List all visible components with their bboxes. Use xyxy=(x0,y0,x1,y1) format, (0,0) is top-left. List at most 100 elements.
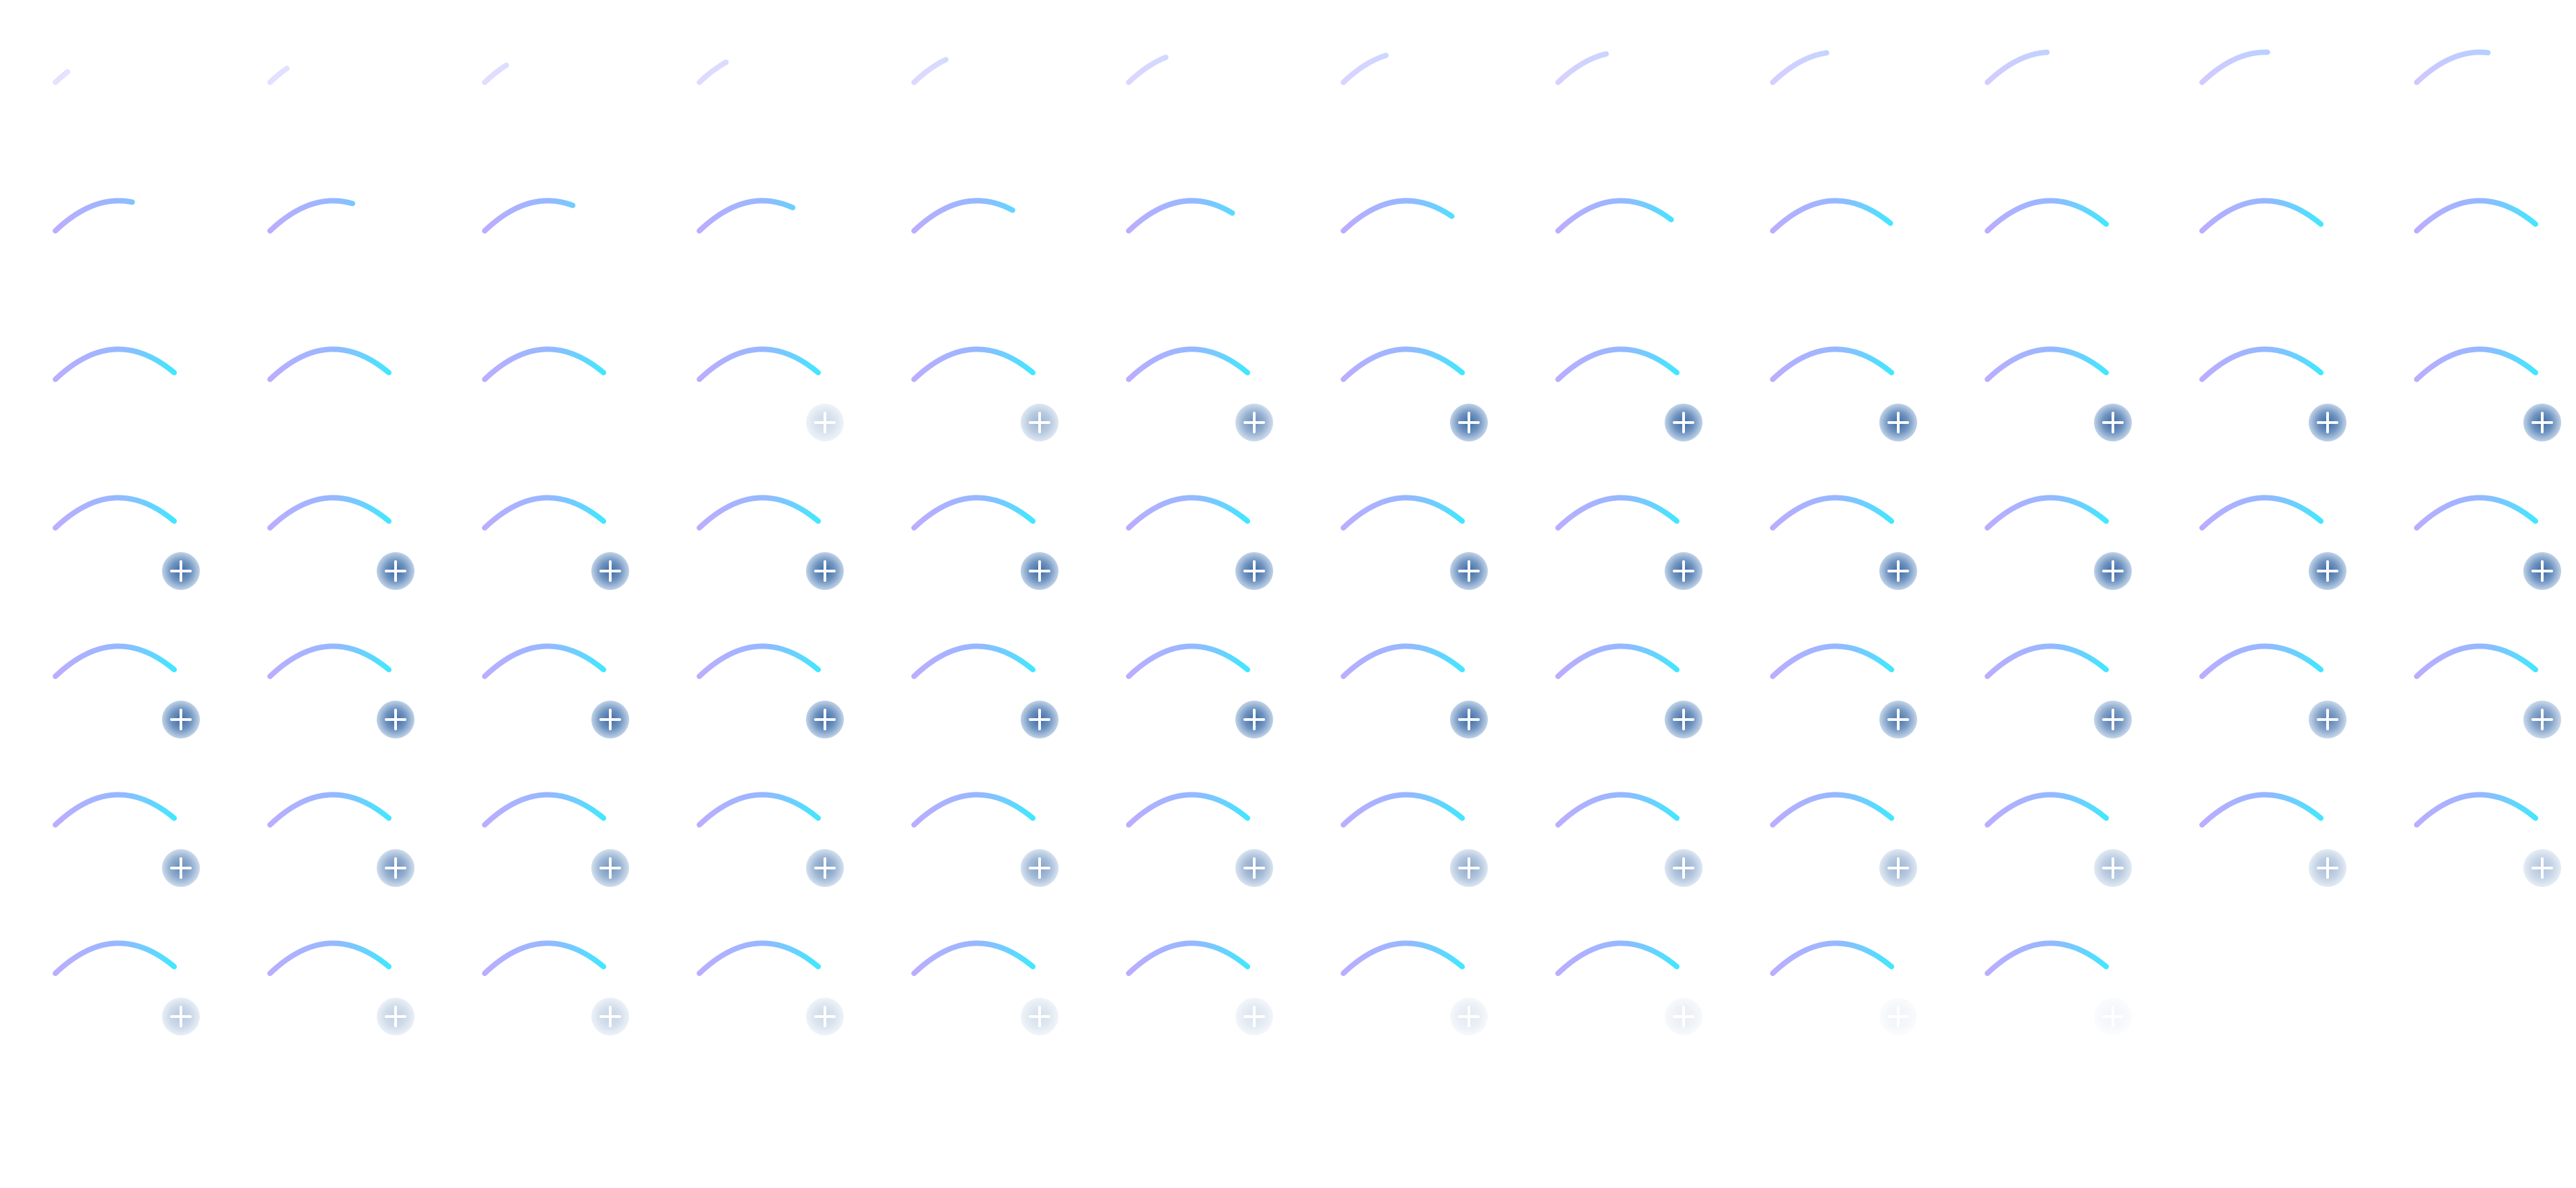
plus-icon[interactable] xyxy=(1021,849,1058,887)
plus-icon[interactable] xyxy=(2309,404,2346,441)
plus-icon[interactable] xyxy=(377,849,414,887)
plus-glyph xyxy=(599,857,621,879)
plus-icon[interactable] xyxy=(2523,701,2561,738)
animation-frame xyxy=(859,891,1073,1040)
plus-icon[interactable] xyxy=(162,998,200,1035)
plus-icon[interactable] xyxy=(2309,849,2346,887)
animation-frame xyxy=(1288,148,1503,297)
plus-icon[interactable] xyxy=(806,701,844,738)
arc-stroke xyxy=(1985,198,2109,234)
arc-swoosh-icon xyxy=(53,49,177,85)
plus-icon[interactable] xyxy=(1665,404,1702,441)
plus-icon[interactable] xyxy=(162,552,200,590)
arc-stroke xyxy=(482,346,606,382)
plus-icon[interactable] xyxy=(1235,552,1273,590)
plus-glyph xyxy=(814,709,836,730)
plus-icon[interactable] xyxy=(591,552,629,590)
plus-glyph xyxy=(1673,709,1694,730)
plus-icon[interactable] xyxy=(1665,701,1702,738)
animation-frame xyxy=(0,742,215,891)
plus-icon[interactable] xyxy=(1021,998,1058,1035)
arc-swoosh-icon xyxy=(2199,198,2324,234)
plus-icon[interactable] xyxy=(1665,849,1702,887)
plus-glyph xyxy=(1673,857,1694,879)
plus-icon[interactable] xyxy=(2523,552,2561,590)
plus-icon[interactable] xyxy=(2309,552,2346,590)
plus-icon[interactable] xyxy=(1879,404,1917,441)
plus-icon[interactable] xyxy=(1450,552,1488,590)
plus-glyph xyxy=(1673,560,1694,582)
plus-icon[interactable] xyxy=(1235,404,1273,441)
arc-stroke xyxy=(1770,940,1894,976)
plus-icon[interactable] xyxy=(377,552,414,590)
arc-stroke xyxy=(1126,792,1250,828)
plus-icon[interactable] xyxy=(1021,552,1058,590)
arc-stroke xyxy=(1126,643,1250,679)
plus-glyph xyxy=(1458,412,1480,433)
plus-glyph xyxy=(170,1006,192,1027)
plus-icon[interactable] xyxy=(1021,404,1058,441)
animation-frame xyxy=(2361,594,2576,742)
plus-icon[interactable] xyxy=(2523,404,2561,441)
plus-icon[interactable] xyxy=(1450,998,1488,1035)
plus-icon[interactable] xyxy=(377,701,414,738)
plus-icon[interactable] xyxy=(162,701,200,738)
plus-icon[interactable] xyxy=(2094,701,2132,738)
arc-swoosh-icon xyxy=(1555,49,1680,85)
animation-frame xyxy=(0,594,215,742)
plus-icon[interactable] xyxy=(377,998,414,1035)
arc-swoosh-icon xyxy=(1985,198,2109,234)
arc-stroke xyxy=(911,49,1036,85)
arc-swoosh-icon xyxy=(53,198,177,234)
plus-icon[interactable] xyxy=(806,998,844,1035)
plus-icon[interactable] xyxy=(1665,998,1702,1035)
animation-frame xyxy=(1717,594,1932,742)
animation-frame xyxy=(1073,148,1288,297)
plus-icon[interactable] xyxy=(2094,998,2132,1035)
arc-stroke xyxy=(2199,49,2324,85)
plus-icon[interactable] xyxy=(806,404,844,441)
plus-icon[interactable] xyxy=(2523,849,2561,887)
arc-stroke xyxy=(1555,198,1680,234)
plus-icon[interactable] xyxy=(1450,404,1488,441)
plus-icon[interactable] xyxy=(1450,701,1488,738)
plus-icon[interactable] xyxy=(1235,849,1273,887)
animation-frame xyxy=(1932,0,2147,148)
plus-icon[interactable] xyxy=(1021,701,1058,738)
arc-stroke xyxy=(1770,198,1894,234)
animation-frame xyxy=(215,148,429,297)
plus-icon[interactable] xyxy=(1235,998,1273,1035)
plus-icon[interactable] xyxy=(806,849,844,887)
plus-icon[interactable] xyxy=(2094,849,2132,887)
plus-icon[interactable] xyxy=(591,849,629,887)
arc-stroke xyxy=(2414,643,2538,679)
animation-frame xyxy=(215,891,429,1040)
animation-frame xyxy=(1503,446,1717,594)
animation-frame xyxy=(1288,0,1503,148)
plus-icon[interactable] xyxy=(1879,552,1917,590)
arc-stroke xyxy=(267,495,392,531)
plus-glyph xyxy=(2531,560,2553,582)
animation-frame xyxy=(859,148,1073,297)
plus-icon[interactable] xyxy=(1235,701,1273,738)
plus-icon[interactable] xyxy=(1879,849,1917,887)
plus-icon[interactable] xyxy=(1879,701,1917,738)
arc-swoosh-icon xyxy=(482,49,606,85)
plus-icon[interactable] xyxy=(591,701,629,738)
arc-stroke xyxy=(697,940,821,976)
arc-stroke xyxy=(2199,198,2324,234)
plus-icon[interactable] xyxy=(591,998,629,1035)
plus-icon[interactable] xyxy=(1450,849,1488,887)
animation-frame xyxy=(2147,742,2361,891)
plus-icon[interactable] xyxy=(1665,552,1702,590)
arc-stroke xyxy=(911,643,1036,679)
plus-icon[interactable] xyxy=(2094,404,2132,441)
plus-icon[interactable] xyxy=(2309,701,2346,738)
plus-icon[interactable] xyxy=(162,849,200,887)
plus-icon[interactable] xyxy=(1879,998,1917,1035)
arc-swoosh-icon xyxy=(2199,49,2324,85)
arc-stroke xyxy=(482,49,606,85)
plus-icon[interactable] xyxy=(806,552,844,590)
animation-frame xyxy=(2147,297,2361,446)
plus-icon[interactable] xyxy=(2094,552,2132,590)
